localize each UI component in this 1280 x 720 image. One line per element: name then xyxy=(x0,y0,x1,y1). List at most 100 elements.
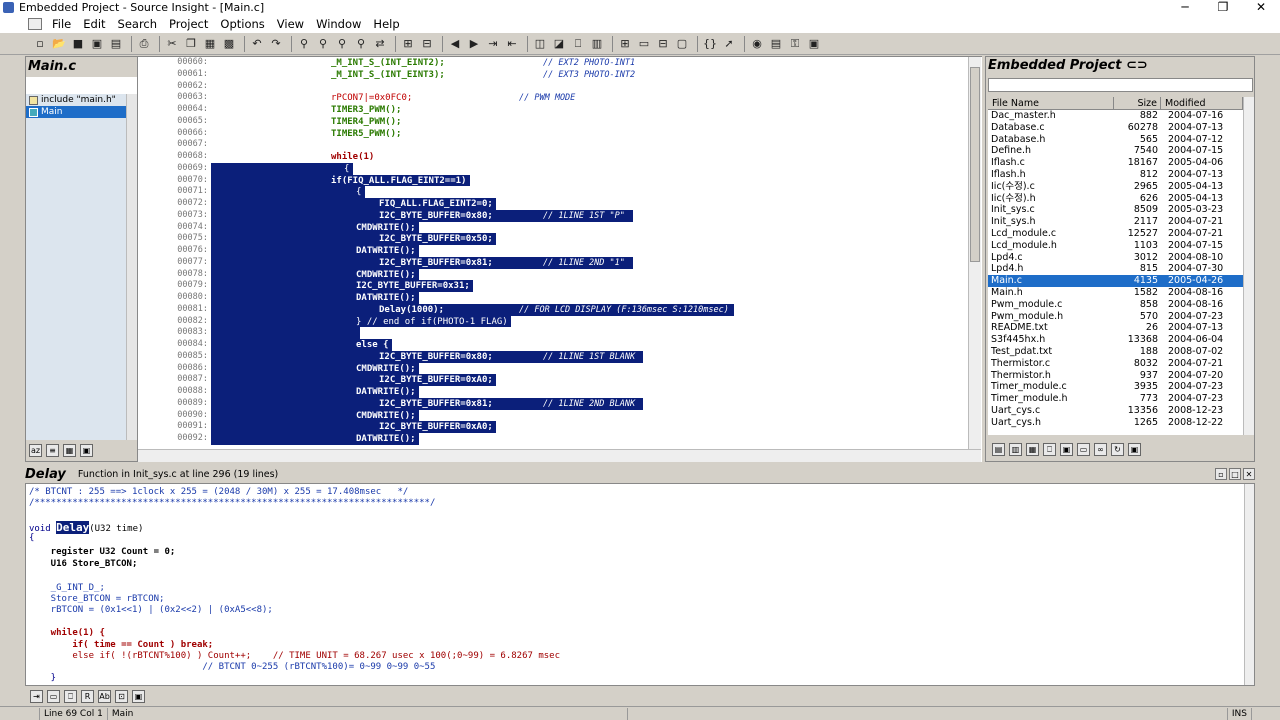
file-row[interactable]: README.txt 26 2004-07-13 xyxy=(988,322,1243,334)
context-maximize-icon[interactable]: □ xyxy=(1229,468,1241,480)
file-row[interactable]: Uart_cys.c 13356 2008-12-23 xyxy=(988,405,1243,417)
project-scrollbar[interactable] xyxy=(1243,97,1254,435)
undo-icon[interactable]: ↶ xyxy=(249,36,265,52)
column-modified[interactable]: Modified xyxy=(1161,97,1243,110)
jump-back-icon[interactable]: ⇤ xyxy=(504,36,520,52)
jump-icon[interactable]: ⇥ xyxy=(485,36,501,52)
new-file-icon[interactable]: ▫ xyxy=(32,36,48,52)
bookmark-list-icon[interactable]: ⊟ xyxy=(419,36,435,52)
file-row[interactable]: Iflash.c 18167 2005-04-06 xyxy=(988,157,1243,169)
open-folder-icon[interactable]: 📂 xyxy=(51,36,67,52)
book-icon[interactable]: ⎕ xyxy=(64,689,77,703)
menu-search[interactable]: Search xyxy=(112,17,164,31)
file-row[interactable]: Pwm_module.h 570 2004-07-23 xyxy=(988,311,1243,323)
cut-icon[interactable]: ✂ xyxy=(164,36,180,52)
pointer-icon[interactable]: ➚ xyxy=(721,36,737,52)
window-tile-icon[interactable]: ⊞ xyxy=(617,36,633,52)
copy-icon[interactable]: ❐ xyxy=(183,36,199,52)
project-filter-input[interactable] xyxy=(988,78,1253,92)
paste-icon[interactable]: ▦ xyxy=(202,36,218,52)
symbol-item-main[interactable]: Main xyxy=(26,106,126,118)
file-row[interactable]: Database.c 60278 2004-07-13 xyxy=(988,122,1243,134)
redo-icon[interactable]: ↷ xyxy=(268,36,284,52)
highlighted-symbol[interactable]: Delay xyxy=(56,521,90,534)
search-icon[interactable]: ⚲ xyxy=(296,36,312,52)
reference-icon[interactable]: ▥ xyxy=(589,36,605,52)
book-icon[interactable]: ⎕ xyxy=(1043,442,1056,456)
file-row[interactable]: Database.h 565 2004-07-12 xyxy=(988,134,1243,146)
close-button[interactable]: ✕ xyxy=(1242,0,1280,15)
window-icon[interactable]: ▭ xyxy=(47,689,60,703)
file-row[interactable]: Lpd4.h 815 2004-07-30 xyxy=(988,263,1243,275)
menu-window[interactable]: Window xyxy=(310,17,367,31)
link-icon[interactable]: ∞ xyxy=(1094,442,1107,456)
paste-special-icon[interactable]: ▩ xyxy=(221,36,237,52)
relation-icon[interactable]: R xyxy=(81,689,94,703)
restore-button[interactable]: ❐ xyxy=(1204,0,1242,15)
context-scrollbar[interactable] xyxy=(1244,484,1254,685)
symbol-info-icon[interactable]: ◫ xyxy=(532,36,548,52)
file-row[interactable]: Main.c 4135 2005-04-26 xyxy=(988,275,1243,287)
file-row[interactable]: Init_sys.c 8509 2005-03-23 xyxy=(988,204,1243,216)
context-restore-icon[interactable]: ▫ xyxy=(1215,468,1227,480)
column-file-name[interactable]: File Name xyxy=(988,97,1114,110)
book-icon[interactable]: ⎕ xyxy=(570,36,586,52)
menu-file[interactable]: File xyxy=(46,17,77,31)
file-row[interactable]: Iic(수정).h 626 2005-04-13 xyxy=(988,193,1243,205)
file-row[interactable]: S3f445hx.h 13368 2004-06-04 xyxy=(988,334,1243,346)
key-icon[interactable]: ⚿ xyxy=(787,36,803,52)
go-forward-icon[interactable]: ▶ xyxy=(466,36,482,52)
close-file-icon[interactable]: ▤ xyxy=(108,36,124,52)
editor-vertical-scrollbar[interactable] xyxy=(968,57,981,449)
file-list-icon[interactable]: ▤ xyxy=(992,442,1005,456)
window-options-icon[interactable]: ▣ xyxy=(132,689,145,703)
file-row[interactable]: Timer_module.h 773 2004-07-23 xyxy=(988,393,1243,405)
file-row[interactable]: Iic(수정).c 2965 2005-04-13 xyxy=(988,181,1243,193)
menu-help[interactable]: Help xyxy=(367,17,405,31)
sort-az-icon[interactable]: az xyxy=(29,444,42,457)
context-window[interactable]: /* BTCNT : 255 ==> 1clock x 255 = (2048 … xyxy=(25,483,1255,686)
file-row[interactable]: Uart_cys.h 1265 2008-12-22 xyxy=(988,417,1243,429)
file-row[interactable]: Thermistor.c 8032 2004-07-21 xyxy=(988,358,1243,370)
brace-icon[interactable]: {} xyxy=(702,36,718,52)
jump-icon[interactable]: ⇥ xyxy=(30,689,43,703)
column-size[interactable]: Size xyxy=(1114,97,1161,110)
layout-icon[interactable]: ▣ xyxy=(806,36,822,52)
window-options-icon[interactable]: ▣ xyxy=(80,444,93,457)
folder-icon[interactable]: ▭ xyxy=(1077,442,1090,456)
window-split-icon[interactable]: ⊟ xyxy=(655,36,671,52)
menu-options[interactable]: Options xyxy=(214,17,270,31)
search-files-icon[interactable]: ⚲ xyxy=(315,36,331,52)
bookmark-icon[interactable]: ⊞ xyxy=(400,36,416,52)
file-row[interactable]: Pwm_module.c 858 2004-08-16 xyxy=(988,299,1243,311)
replace-icon[interactable]: ⇄ xyxy=(372,36,388,52)
symbol-scrollbar[interactable] xyxy=(126,94,137,440)
lock-icon[interactable]: ⊡ xyxy=(115,689,128,703)
list-view-icon[interactable]: ≡ xyxy=(46,444,59,457)
search-backward-icon[interactable]: ⚲ xyxy=(353,36,369,52)
print-icon[interactable]: ⎙ xyxy=(136,36,152,52)
file-row[interactable]: Init_sys.h 2117 2004-07-21 xyxy=(988,216,1243,228)
symbol-list-icon[interactable]: ▥ xyxy=(1009,442,1022,456)
file-row[interactable]: Dac_master.h 882 2004-07-16 xyxy=(988,110,1243,122)
refresh-icon[interactable]: ↻ xyxy=(1111,442,1124,456)
file-row[interactable]: Iflash.h 812 2004-07-13 xyxy=(988,169,1243,181)
window-icon[interactable]: ▭ xyxy=(636,36,652,52)
file-row[interactable]: Main.h 1582 2004-08-16 xyxy=(988,287,1243,299)
scroll-thumb[interactable] xyxy=(970,67,980,262)
file-row[interactable]: Lcd_module.h 1103 2004-07-15 xyxy=(988,240,1243,252)
file-row[interactable]: Test_pdat.txt 188 2008-07-02 xyxy=(988,346,1243,358)
options-icon[interactable]: ▤ xyxy=(768,36,784,52)
search-project-icon[interactable]: ⚲ xyxy=(334,36,350,52)
window-options-icon[interactable]: ▣ xyxy=(1128,442,1141,456)
save-all-icon[interactable]: ▣ xyxy=(89,36,105,52)
category-icon[interactable]: ▦ xyxy=(63,444,76,457)
save-icon[interactable]: ■ xyxy=(70,36,86,52)
category-icon[interactable]: ▦ xyxy=(1026,442,1039,456)
go-back-icon[interactable]: ◀ xyxy=(447,36,463,52)
relation-icon[interactable]: ◪ xyxy=(551,36,567,52)
menu-view[interactable]: View xyxy=(271,17,310,31)
eye-icon[interactable]: ◉ xyxy=(749,36,765,52)
file-row[interactable]: Lpd4.c 3012 2004-08-10 xyxy=(988,252,1243,264)
symbol-item-include[interactable]: include "main.h" xyxy=(26,94,126,106)
